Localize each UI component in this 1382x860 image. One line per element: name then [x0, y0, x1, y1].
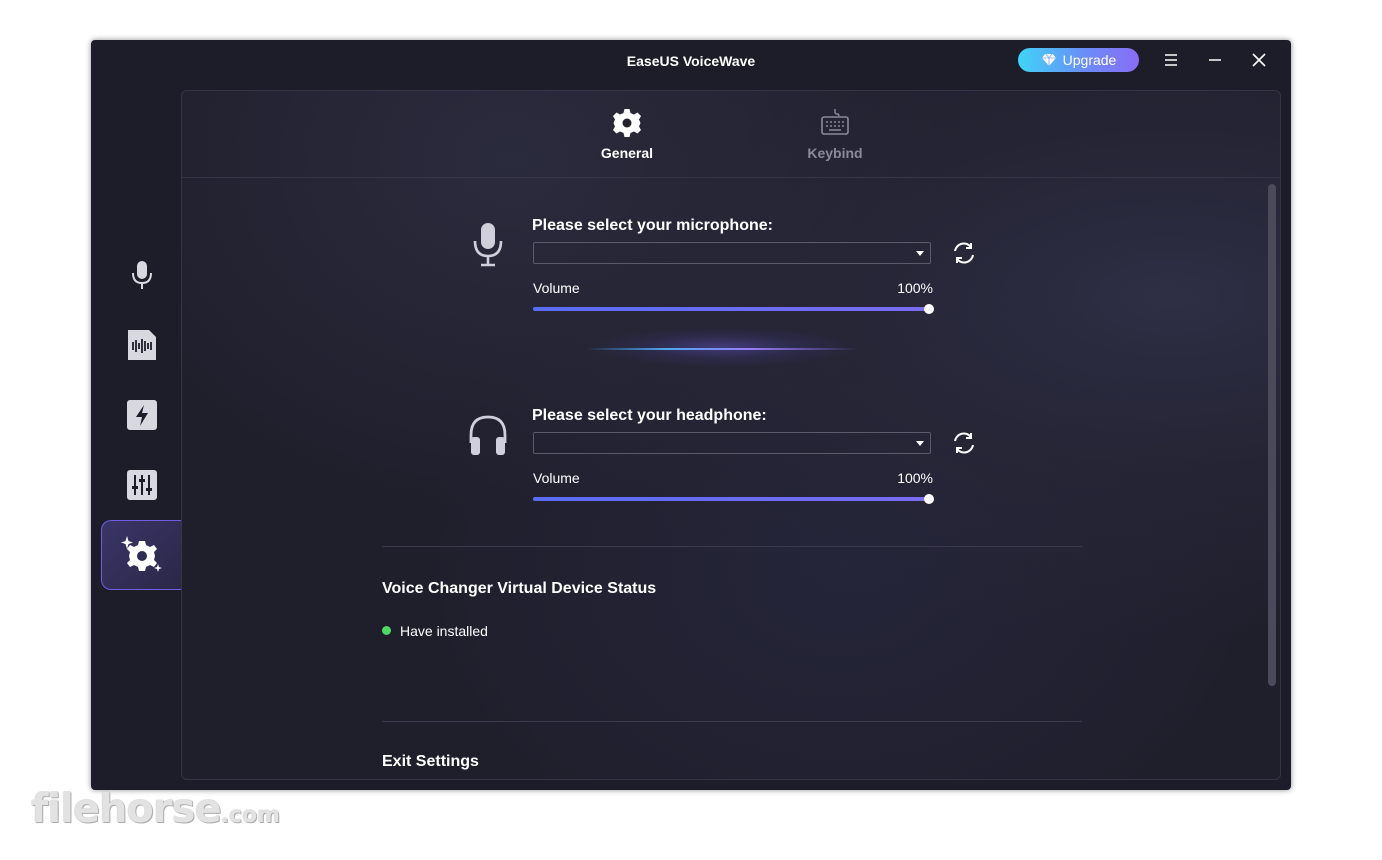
watermark-suffix: .com — [220, 803, 281, 828]
tab-keybind-label: Keybind — [807, 145, 863, 161]
watermark-logo: filehorse.com — [31, 786, 280, 832]
minimize-button[interactable] — [1200, 48, 1230, 72]
section-divider — [382, 546, 1082, 547]
microphone-volume-value: 100% — [897, 280, 933, 296]
device-status-title: Voice Changer Virtual Device Status — [382, 580, 657, 597]
equalizer-icon — [127, 470, 157, 500]
chevron-down-icon — [916, 251, 924, 256]
settings-panel: General Keybind Please select your micro… — [181, 90, 1281, 780]
upgrade-button[interactable]: Upgrade — [1018, 48, 1139, 72]
microphone-select[interactable] — [533, 242, 931, 264]
headphone-label: Please select your headphone: — [532, 407, 767, 424]
close-button[interactable] — [1244, 48, 1274, 72]
microphone-icon — [132, 261, 152, 289]
tab-keybind[interactable]: Keybind — [785, 107, 885, 161]
voice-glow-line — [586, 348, 858, 350]
tab-general[interactable]: General — [577, 107, 677, 161]
sidebar — [91, 84, 181, 790]
section-divider — [382, 721, 1082, 722]
refresh-icon — [954, 242, 974, 264]
microphone-volume-slider[interactable] — [533, 304, 934, 314]
menu-icon — [1165, 54, 1177, 66]
microphone-volume-fill — [533, 307, 929, 311]
headphone-volume-fill — [533, 497, 929, 501]
refresh-icon — [954, 432, 974, 454]
sidebar-item-effects[interactable] — [117, 390, 167, 440]
headphone-icon — [469, 415, 507, 455]
status-indicator-dot — [382, 626, 391, 635]
exit-settings-title: Exit Settings — [382, 753, 479, 770]
headphone-refresh-button[interactable] — [951, 430, 977, 456]
close-icon — [1252, 53, 1266, 67]
microphone-label: Please select your microphone: — [532, 217, 773, 234]
microphone-volume-label: Volume — [533, 280, 580, 296]
minimize-icon — [1209, 59, 1221, 61]
audio-file-icon — [128, 330, 156, 360]
sidebar-item-voice-changer[interactable] — [117, 250, 167, 300]
microphone-volume-thumb[interactable] — [924, 304, 934, 314]
lightning-icon — [127, 400, 157, 430]
headphone-volume-value: 100% — [897, 470, 933, 486]
gear-icon — [613, 109, 641, 137]
microphone-icon — [473, 223, 503, 267]
titlebar: EaseUS VoiceWave Upgrade — [91, 40, 1291, 84]
sidebar-item-soundboard[interactable] — [117, 320, 167, 370]
settings-tabs: General Keybind — [182, 91, 1280, 178]
upgrade-label: Upgrade — [1062, 52, 1117, 68]
tab-general-label: General — [600, 145, 654, 161]
app-window: EaseUS VoiceWave Upgrade General Keybind… — [91, 40, 1291, 790]
device-status-text: Have installed — [400, 623, 488, 639]
microphone-refresh-button[interactable] — [951, 240, 977, 266]
keyboard-icon — [821, 109, 849, 135]
scrollbar[interactable] — [1268, 184, 1276, 686]
watermark-main: filehorse — [31, 786, 222, 832]
sidebar-item-settings[interactable] — [101, 520, 181, 590]
headphone-select[interactable] — [533, 432, 931, 454]
sidebar-item-mixer[interactable] — [117, 460, 167, 510]
headphone-volume-thumb[interactable] — [924, 494, 934, 504]
sparkle-gear-icon — [120, 536, 162, 572]
headphone-volume-slider[interactable] — [533, 494, 934, 504]
chevron-down-icon — [916, 441, 924, 446]
menu-button[interactable] — [1156, 48, 1186, 72]
diamond-icon — [1041, 53, 1056, 66]
voice-glow — [586, 327, 858, 367]
headphone-volume-label: Volume — [533, 470, 580, 486]
